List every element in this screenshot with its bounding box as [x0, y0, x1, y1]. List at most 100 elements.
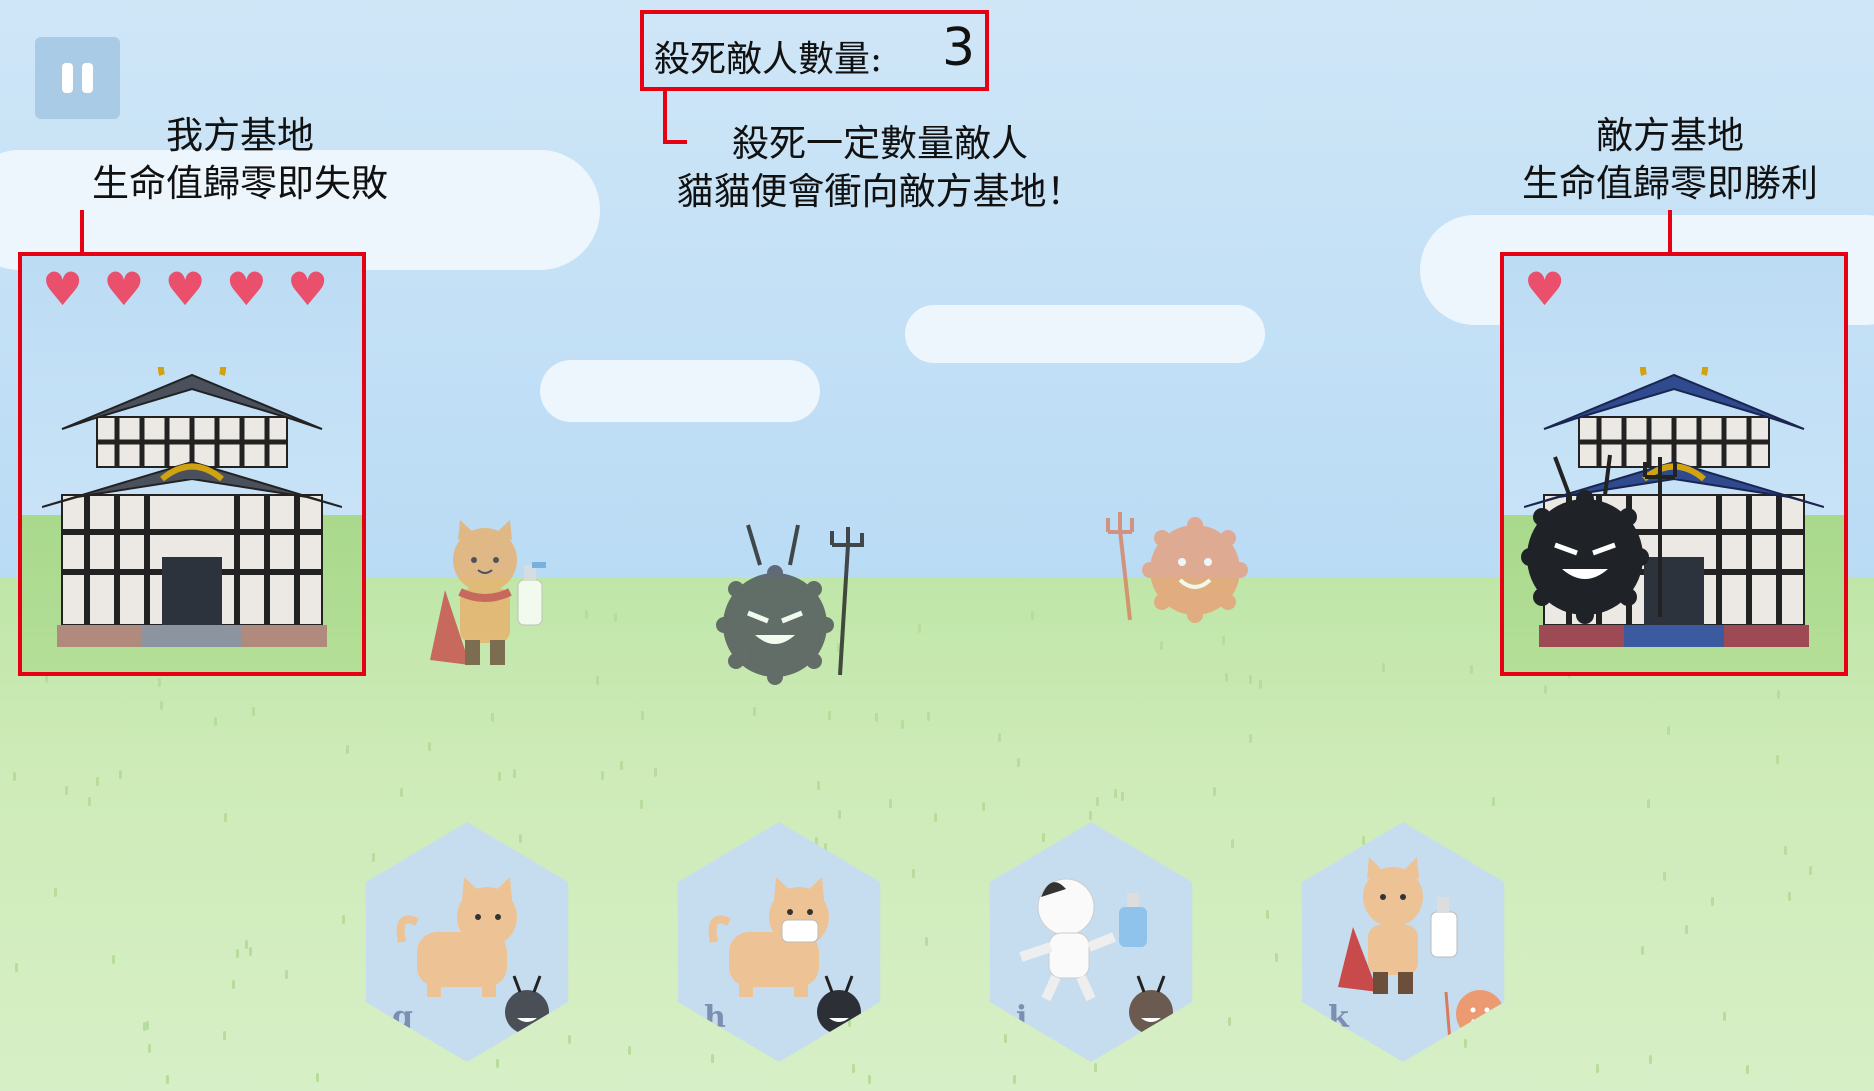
grass-tuft	[1004, 1034, 1007, 1043]
game-scene: 殺死敵人數量: 3 我方基地 生命值歸零即失敗 殺死一定數量敵人 貓貓便會衝向敵…	[0, 0, 1874, 1091]
grass-tuft	[143, 1022, 146, 1031]
grass-tuft	[285, 970, 288, 979]
grass-tuft	[498, 772, 501, 781]
grass-tuft	[1089, 811, 1092, 820]
grass-tuft	[628, 1046, 631, 1055]
grass-tuft	[158, 678, 161, 687]
kill-counter-label: 殺死敵人數量:	[654, 39, 883, 80]
grass-tuft	[753, 707, 756, 716]
grass-tuft	[245, 940, 248, 949]
grass-tuft	[1121, 792, 1124, 801]
grass-tuft	[1031, 611, 1034, 620]
grass-tuft	[614, 613, 617, 622]
grass-tuft	[1723, 1012, 1726, 1021]
grass-tuft	[1641, 946, 1644, 955]
grass-tuft	[13, 772, 16, 781]
grass-tuft	[1259, 680, 1262, 689]
grass-tuft	[1788, 892, 1791, 901]
player-base-highlight	[18, 252, 366, 676]
grass-tuft	[868, 1075, 871, 1084]
grass-tuft	[249, 947, 252, 956]
grass-tuft	[96, 777, 99, 786]
pause-button[interactable]	[35, 37, 120, 119]
grass-tuft	[620, 761, 623, 770]
enemy-base-annotation: 敵方基地 生命值歸零即勝利	[1522, 114, 1818, 205]
grass-tuft	[1776, 755, 1779, 764]
grass-tuft	[998, 733, 1001, 742]
grass-tuft	[1094, 1063, 1097, 1072]
grass-tuft	[519, 834, 522, 843]
grass-tuft	[912, 869, 915, 878]
enemy-base-highlight	[1500, 252, 1848, 676]
grass-tuft	[1160, 641, 1163, 650]
grass-tuft	[641, 711, 644, 720]
grass-tuft	[346, 745, 349, 754]
grass-tuft	[601, 771, 604, 780]
grass-tuft	[1663, 872, 1666, 881]
grass-tuft	[1544, 685, 1547, 694]
pause-icon	[62, 63, 73, 93]
grass-tuft	[982, 802, 985, 811]
grass-tuft	[828, 711, 831, 720]
grass-tuft	[1784, 846, 1787, 855]
grass-tuft	[1667, 726, 1670, 735]
grass-tuft	[640, 800, 643, 809]
grass-tuft	[927, 712, 930, 721]
pause-icon	[82, 63, 93, 93]
grass-tuft	[889, 799, 892, 808]
grass-tuft	[316, 1073, 319, 1082]
grass-tuft	[15, 963, 18, 972]
grass-tuft	[1249, 734, 1252, 743]
grass-tuft	[654, 768, 657, 777]
grass-tuft	[112, 955, 115, 964]
grass-tuft	[1382, 663, 1385, 672]
grass-tuft	[166, 1075, 169, 1084]
grass-tuft	[513, 769, 516, 778]
grass-tuft	[223, 1031, 226, 1040]
grass-tuft	[65, 786, 68, 795]
cloud	[540, 360, 820, 422]
grass-tuft	[428, 742, 431, 751]
grass-tuft	[852, 1064, 855, 1073]
grass-tuft	[875, 713, 878, 722]
grass-tuft	[1649, 1055, 1652, 1064]
grass-tuft	[1711, 897, 1714, 906]
kill-goal-annotation: 殺死一定數量敵人 貓貓便會衝向敵方基地！	[676, 122, 1084, 213]
kill-counter-value: 3	[942, 18, 976, 78]
cloud	[905, 305, 1265, 363]
grass-tuft	[146, 1021, 149, 1030]
grass-tuft	[119, 770, 122, 779]
grass-tuft	[1470, 665, 1473, 674]
grass-tuft	[1596, 1064, 1599, 1073]
gray-germ-devil-icon	[716, 524, 864, 685]
grass-tuft	[88, 797, 91, 806]
grass-tuft	[711, 1054, 714, 1063]
grass-tuft	[1096, 797, 1099, 806]
grass-tuft	[224, 813, 227, 822]
grass-tuft	[817, 781, 820, 790]
grass-tuft	[160, 701, 163, 710]
grass-tuft	[214, 717, 217, 726]
grass-tuft	[400, 788, 403, 797]
grass-tuft	[1017, 758, 1020, 767]
grass-tuft	[232, 980, 235, 989]
grass-tuft	[1249, 675, 1252, 684]
grass-tuft	[1362, 836, 1365, 845]
grass-tuft	[568, 1035, 571, 1044]
callout-line	[1668, 210, 1672, 252]
grass-tuft	[342, 915, 345, 924]
grass-tuft	[1228, 1017, 1231, 1026]
grass-tuft	[491, 713, 494, 722]
grass-tuft	[1213, 787, 1216, 796]
grass-tuft	[1685, 925, 1688, 934]
grass-tuft	[1777, 690, 1780, 699]
callout-line	[80, 210, 84, 252]
grass-tuft	[1013, 1075, 1016, 1084]
grass-tuft	[934, 813, 937, 822]
orange-germ-devil-icon	[1106, 512, 1248, 623]
grass-tuft	[1114, 789, 1117, 798]
grass-tuft	[1464, 1039, 1467, 1048]
grass-tuft	[1231, 839, 1234, 848]
grass-tuft	[1275, 953, 1278, 962]
grass-tuft	[252, 707, 255, 716]
